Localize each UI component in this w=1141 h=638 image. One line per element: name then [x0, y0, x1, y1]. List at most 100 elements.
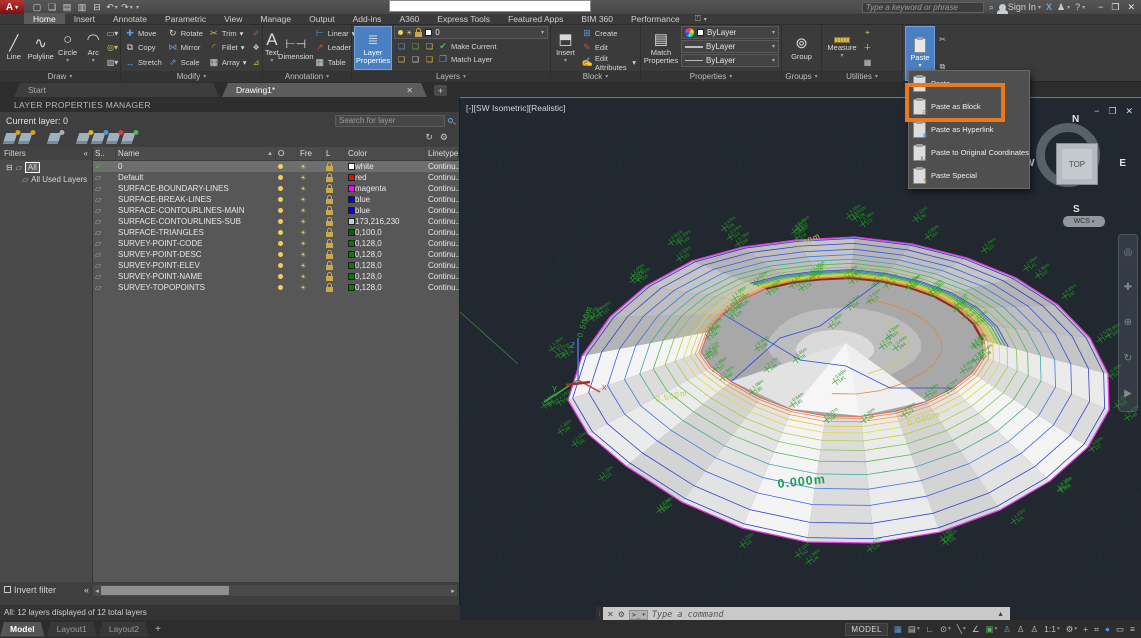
layer-color-cell[interactable]: 0,128,0: [346, 271, 426, 282]
viewcube-top-face[interactable]: TOP: [1056, 143, 1098, 185]
scrollbar-thumb[interactable]: [101, 586, 229, 595]
layer-freeze-toggle[interactable]: ☀: [298, 205, 324, 216]
annotation-panel-title[interactable]: Annotation▾: [263, 71, 351, 82]
ortho-icon[interactable]: ∟: [926, 624, 934, 634]
layer-lock-toggle[interactable]: [324, 282, 346, 293]
layer-freeze-toggle[interactable]: ☀: [298, 271, 324, 282]
column-header-l[interactable]: L: [324, 147, 346, 161]
showmotion-icon[interactable]: ▶: [1124, 388, 1132, 399]
scroll-right-icon[interactable]: ▸: [449, 587, 457, 595]
groups-panel-title[interactable]: Groups▾: [782, 71, 821, 82]
navigation-wheel-icon[interactable]: ◎: [1124, 247, 1133, 258]
column-header-s[interactable]: S..: [93, 147, 116, 161]
snap-mode-icon[interactable]: ▤▾: [908, 624, 920, 635]
ribbon-display-toggle[interactable]: ⏍▾: [695, 14, 707, 24]
redo-icon[interactable]: ↷▾: [120, 1, 134, 13]
layer-lock-toggle[interactable]: [324, 205, 346, 216]
isolate-objects-icon[interactable]: +: [1083, 624, 1088, 634]
layer-linetype-cell[interactable]: Continu..: [426, 238, 459, 249]
column-header-linetype[interactable]: Linetype: [426, 147, 459, 161]
zoom-icon[interactable]: ⊕: [1124, 317, 1132, 328]
layer-color-cell[interactable]: 0,128,0: [346, 260, 426, 271]
menu-item-paste-special[interactable]: ✎Paste Special: [909, 164, 1029, 187]
layer-freeze-toggle[interactable]: ☀: [298, 194, 324, 205]
command-drag-handle[interactable]: ⁞: [596, 607, 603, 620]
pan-icon[interactable]: ✚: [1124, 282, 1132, 293]
drawing-viewport[interactable]: 1.74m1272.10m1662.35m1692.57m1121.36m176…: [460, 97, 1141, 620]
new-property-filter-icon[interactable]: [4, 133, 18, 141]
layer-freeze-toggle[interactable]: ☀: [298, 282, 324, 293]
layer-row-survey-topopoints[interactable]: ▱SURVEY-TOPOPOINTS☀0,128,0Continu..: [93, 282, 459, 293]
quick-select-icon[interactable]: ⌖: [862, 27, 873, 40]
layer-row-surface-break-lines[interactable]: ▱SURFACE-BREAK-LINES☀blueContinu..: [93, 194, 459, 205]
layer-freeze-toggle[interactable]: ☀: [298, 161, 324, 172]
layer-linetype-cell[interactable]: Continu..: [426, 271, 459, 282]
ribbon-tab-manage[interactable]: Manage: [251, 13, 300, 24]
layer-row-survey-point-name[interactable]: ▱SURVEY-POINT-NAME☀0,128,0Continu..: [93, 271, 459, 282]
layer-lock-toggle[interactable]: [324, 183, 346, 194]
minimize-button[interactable]: −: [1098, 2, 1103, 13]
ribbon-tab-annotate[interactable]: Annotate: [104, 13, 156, 24]
horizontal-scrollbar[interactable]: ◂ ▸: [93, 585, 457, 596]
vp-close-button[interactable]: ✕: [1125, 106, 1133, 117]
command-customize-icon[interactable]: ⚙: [618, 610, 625, 619]
layer-on-toggle[interactable]: [276, 271, 298, 282]
file-tab-start[interactable]: Start: [14, 83, 219, 97]
search-icon[interactable]: ⌕: [989, 2, 994, 13]
layer-linetype-cell[interactable]: Continu..: [426, 260, 459, 271]
ribbon-tab-home[interactable]: Home: [24, 13, 65, 24]
layer-lock-toggle[interactable]: [324, 271, 346, 282]
command-history-icon[interactable]: ▲: [997, 611, 1006, 618]
grid-display-icon[interactable]: ▦: [894, 624, 902, 635]
command-prompt-button[interactable]: >_▾: [629, 610, 648, 620]
make-current-button[interactable]: ❏❏❏ ✔Make Current: [394, 40, 548, 52]
customization-icon[interactable]: ≡: [1130, 624, 1135, 634]
linetype-select[interactable]: ByLayer▾: [681, 54, 779, 67]
new-drawing-tab-button[interactable]: +: [434, 85, 447, 96]
viewport-controls-label[interactable]: [-][SW Isometric][Realistic]: [466, 103, 566, 113]
ribbon-tab-express-tools[interactable]: Express Tools: [428, 13, 499, 24]
save-as-icon[interactable]: ▥: [75, 1, 89, 13]
layer-linetype-cell[interactable]: Continu..: [426, 172, 459, 183]
set-current-icon[interactable]: [122, 133, 136, 141]
line-button[interactable]: ╱Line: [2, 26, 26, 70]
create-block-button[interactable]: ⊞Create: [580, 26, 638, 40]
layout-tab-layout1[interactable]: Layout1: [47, 622, 97, 637]
trim-button[interactable]: ✂Trim▾: [207, 26, 249, 40]
collapse-icon[interactable]: «: [84, 149, 88, 158]
layer-on-toggle[interactable]: [276, 194, 298, 205]
open-file-icon[interactable]: ❏: [45, 1, 59, 13]
layer-color-cell[interactable]: 0,100,0: [346, 227, 426, 238]
polar-tracking-icon[interactable]: ⊙▾: [940, 624, 951, 635]
display-icon[interactable]: ▭: [1116, 624, 1124, 635]
filter-tree-item-all[interactable]: ⊟▱All: [0, 160, 92, 173]
lineweight-select[interactable]: ByLayer▾: [681, 40, 779, 53]
annotation-scale-value[interactable]: 1:1▾: [1044, 624, 1060, 634]
layer-lock-toggle[interactable]: [324, 227, 346, 238]
compass-south[interactable]: S: [1073, 204, 1080, 215]
compass-east[interactable]: E: [1119, 158, 1126, 169]
layer-row-0[interactable]: ✔0☀whiteContinu..: [93, 161, 459, 172]
new-layer-icon[interactable]: [77, 133, 91, 141]
rectangle-tool-icon[interactable]: ▭▾: [107, 27, 118, 40]
vp-minimize-button[interactable]: −: [1094, 106, 1099, 117]
scale-button[interactable]: ⇗Scale: [166, 56, 205, 70]
layer-color-cell[interactable]: blue: [346, 205, 426, 216]
application-menu-button[interactable]: A▾: [0, 0, 24, 14]
match-layer-button[interactable]: ❏❏❏ ❐Match Layer: [394, 53, 548, 65]
layer-row-surface-contourlines-sub[interactable]: ▱SURFACE-CONTOURLINES-SUB☀173,216,230Con…: [93, 216, 459, 227]
layer-on-toggle[interactable]: [276, 172, 298, 183]
navigation-bar[interactable]: ◎✚⊕↻▶: [1118, 234, 1138, 412]
layer-color-cell[interactable]: 0,128,0: [346, 249, 426, 260]
properties-panel-title[interactable]: Properties▾: [641, 71, 781, 82]
layer-row-survey-point-desc[interactable]: ▱SURVEY-POINT-DESC☀0,128,0Continu..: [93, 249, 459, 260]
hatch-tool-icon[interactable]: ▨▾: [107, 56, 118, 69]
layer-color-cell[interactable]: blue: [346, 194, 426, 205]
modify-panel-title[interactable]: Modify▾: [121, 71, 262, 82]
layer-lock-toggle[interactable]: [324, 238, 346, 249]
measure-button[interactable]: Measure▾: [824, 26, 860, 70]
object-snap-icon[interactable]: ▣▾: [985, 624, 997, 635]
layer-freeze-toggle[interactable]: ☀: [298, 227, 324, 238]
mirror-button[interactable]: ⋈Mirror: [166, 41, 205, 55]
layer-on-toggle[interactable]: [276, 205, 298, 216]
